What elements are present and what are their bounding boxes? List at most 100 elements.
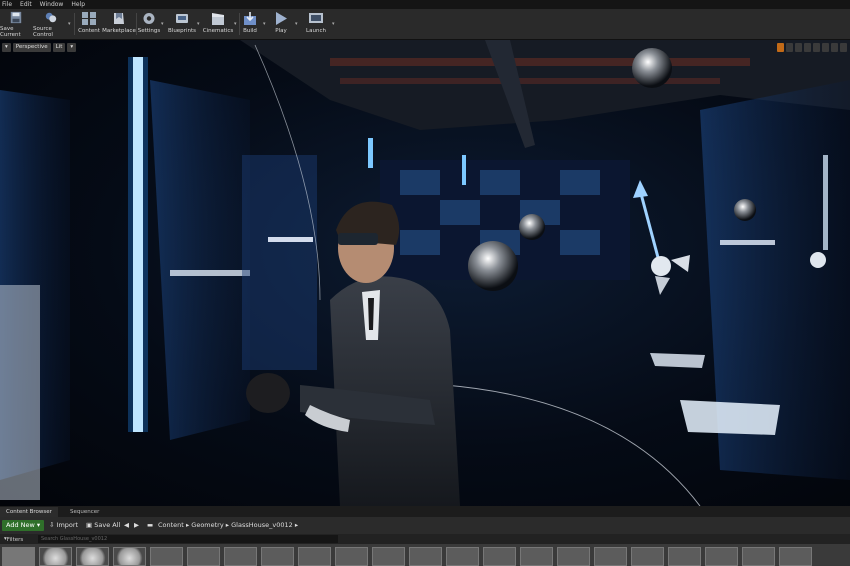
asset-tile[interactable] (150, 547, 183, 566)
asset-tile[interactable] (557, 547, 590, 566)
filter-bar: ▾ Filters Search GlassHouse_v0012 (0, 534, 850, 544)
level-viewport[interactable]: ▾ Perspective Lit ▾ (0, 40, 850, 506)
import-icon: ⇩ (49, 521, 55, 529)
add-new-button[interactable]: Add New ▾ (2, 520, 45, 531)
build-button[interactable]: Build (241, 10, 259, 38)
show-button[interactable]: ▾ (67, 43, 77, 52)
marketplace-label: Marketplace (102, 28, 136, 34)
build-label: Build (243, 28, 257, 34)
breadcrumb-geometry[interactable]: Geometry (191, 521, 223, 529)
menu-window[interactable]: Window (40, 0, 64, 9)
snap-grid-icon[interactable] (813, 43, 820, 52)
settings-button[interactable]: Settings (137, 10, 161, 38)
save-current-label: Save Current (0, 26, 21, 38)
asset-tile[interactable] (668, 547, 701, 566)
asset-tile[interactable] (298, 547, 331, 566)
blueprints-dropdown-icon[interactable]: ▾ (197, 21, 201, 27)
asset-tile[interactable] (594, 547, 627, 566)
content-label: Content (78, 28, 100, 34)
source-control-icon (45, 12, 57, 23)
menu-file[interactable]: File (2, 0, 12, 9)
bottom-panel-tabs: Content Browser Sequencer (0, 506, 850, 517)
play-label: Play (275, 28, 287, 34)
launch-label: Launch (306, 28, 326, 34)
asset-tile[interactable] (409, 547, 442, 566)
breadcrumb: Content ▸ Geometry ▸ GlassHouse_v0012 ▸ (158, 520, 298, 531)
marketplace-icon (114, 13, 124, 24)
settings-icon (143, 13, 155, 24)
source-control-label: Source Control (33, 26, 53, 38)
content-browser-toolbar: Add New ▾ ⇩ Import ▣ Save All ◀ ▶ ▬ Cont… (0, 517, 850, 534)
tab-content-browser[interactable]: Content Browser (0, 507, 58, 517)
asset-tile[interactable] (742, 547, 775, 566)
breadcrumb-glasshouse[interactable]: GlassHouse_v0012 (231, 521, 293, 529)
asset-tile[interactable] (779, 547, 812, 566)
back-button[interactable]: ◀ (124, 520, 129, 531)
asset-tile[interactable] (705, 547, 738, 566)
source-control-dropdown-icon[interactable]: ▾ (68, 21, 72, 27)
perspective-button[interactable]: Perspective (12, 43, 51, 52)
maximize-viewport-icon[interactable] (840, 43, 847, 52)
asset-grid (0, 544, 850, 566)
asset-tile[interactable] (483, 547, 516, 566)
asset-tile[interactable] (631, 547, 664, 566)
toolbar-divider (239, 13, 240, 35)
asset-tile[interactable] (187, 547, 220, 566)
cinematics-icon (212, 13, 224, 25)
asset-tile[interactable] (76, 547, 109, 566)
play-icon (276, 12, 287, 25)
translate-tool-icon[interactable] (777, 43, 784, 52)
forward-button[interactable]: ▶ (134, 520, 139, 531)
build-dropdown-icon[interactable]: ▾ (263, 21, 267, 27)
cinematics-button[interactable]: Cinematics (202, 10, 234, 38)
asset-tile[interactable] (2, 547, 35, 566)
play-button[interactable]: Play (270, 10, 292, 38)
main-toolbar: Save Current Source Control ▾ Content Ma… (0, 9, 850, 40)
blueprints-label: Blueprints (168, 28, 196, 34)
scale-tool-icon[interactable] (795, 43, 802, 52)
snap-rotation-icon[interactable] (822, 43, 829, 52)
toolbar-divider (74, 13, 75, 35)
content-icon (82, 12, 96, 25)
filters-button[interactable]: ▾ Filters (4, 535, 23, 543)
play-dropdown-icon[interactable]: ▾ (295, 21, 299, 27)
save-all-button[interactable]: ▣ Save All (86, 520, 120, 531)
asset-tile[interactable] (113, 547, 146, 566)
source-control-button[interactable]: Source Control (33, 10, 69, 38)
content-button[interactable]: Content (77, 10, 101, 38)
import-button[interactable]: ⇩ Import (49, 520, 78, 531)
world-space-icon[interactable] (804, 43, 811, 52)
search-input[interactable]: Search GlassHouse_v0012 (38, 535, 338, 543)
save-current-button[interactable]: Save Current (0, 10, 32, 38)
marketplace-button[interactable]: Marketplace (102, 10, 136, 38)
viewport-transform-tools (777, 43, 847, 52)
viewport-scene[interactable] (0, 40, 850, 506)
cinematics-dropdown-icon[interactable]: ▾ (234, 21, 238, 27)
asset-tile[interactable] (372, 547, 405, 566)
launch-button[interactable]: Launch (303, 10, 329, 38)
launch-icon (309, 13, 323, 23)
tab-sequencer[interactable]: Sequencer (64, 507, 105, 517)
asset-tile[interactable] (520, 547, 553, 566)
settings-dropdown-icon[interactable]: ▾ (161, 21, 165, 27)
menu-edit[interactable]: Edit (20, 0, 32, 9)
launch-dropdown-icon[interactable]: ▾ (332, 21, 336, 27)
asset-tile[interactable] (261, 547, 294, 566)
viewport-toolbar: ▾ Perspective Lit ▾ (2, 43, 77, 52)
import-label: Import (56, 521, 79, 529)
blueprints-button[interactable]: Blueprints (167, 10, 197, 38)
save-all-label: Save All (94, 521, 121, 529)
breadcrumb-content[interactable]: Content (158, 521, 184, 529)
asset-tile[interactable] (224, 547, 257, 566)
rotate-tool-icon[interactable] (786, 43, 793, 52)
filters-label: Filters (6, 537, 24, 543)
asset-tile[interactable] (39, 547, 72, 566)
viewport-options-button[interactable]: ▾ (2, 43, 11, 52)
cinematics-label: Cinematics (202, 28, 234, 34)
asset-tile[interactable] (446, 547, 479, 566)
lit-button[interactable]: Lit (52, 43, 66, 52)
menu-help[interactable]: Help (71, 0, 85, 9)
camera-speed-icon[interactable] (831, 43, 838, 52)
asset-tile[interactable] (335, 547, 368, 566)
save-icon (10, 11, 22, 24)
